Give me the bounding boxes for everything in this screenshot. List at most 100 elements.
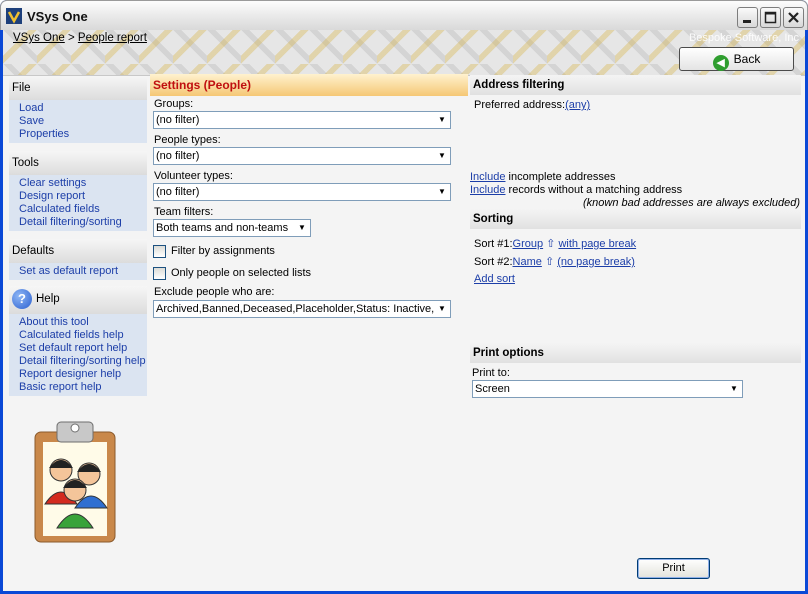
vsys-logo-icon	[6, 8, 22, 24]
filter-by-assignments-checkbox[interactable]	[153, 245, 166, 258]
add-sort-row: Add sort	[474, 273, 515, 285]
nav-set-default-link[interactable]: Set as default report	[19, 265, 147, 278]
print-button[interactable]: Print	[637, 558, 710, 579]
nav-report-designer-help-link[interactable]: Report designer help	[19, 368, 147, 381]
include-unmatched-link[interactable]: Include	[470, 184, 505, 196]
header-banner: VSys One > People report Bespoke Softwar…	[3, 30, 805, 76]
sort-2-break-link[interactable]: (no page break)	[557, 256, 635, 268]
nav-detail-filtering-help-link[interactable]: Detail filtering/sorting help	[19, 355, 147, 368]
nav-calculated-fields-link[interactable]: Calculated fields	[19, 203, 147, 216]
nav-detail-filtering-link[interactable]: Detail filtering/sorting	[19, 216, 147, 229]
nav-basic-report-help-link[interactable]: Basic report help	[19, 381, 147, 394]
nav-heading-help: Help	[36, 293, 60, 306]
nav-section-defaults: Defaults Set as default report	[9, 239, 147, 280]
exclude-select[interactable]: Archived,Banned,Deceased,Placeholder,Sta…	[153, 300, 451, 318]
maximize-icon	[764, 11, 777, 24]
minimize-button[interactable]	[737, 7, 758, 28]
print-to-select[interactable]: Screen ▼	[472, 380, 743, 398]
groups-select[interactable]: (no filter) ▼	[153, 111, 451, 129]
preferred-address-label: Preferred address:	[474, 99, 566, 111]
people-types-select[interactable]: (no filter) ▼	[153, 147, 451, 165]
people-types-label: People types:	[154, 134, 221, 146]
close-button[interactable]	[783, 7, 804, 28]
team-filters-select-value: Both teams and non-teams	[156, 222, 289, 234]
dropdown-arrow-icon: ▼	[295, 221, 309, 235]
sort-1-break-link[interactable]: with page break	[558, 238, 636, 250]
unmatched-address-row: Include records without a matching addre…	[470, 184, 682, 196]
close-icon	[788, 12, 799, 23]
maximize-button[interactable]	[760, 7, 781, 28]
bad-addresses-note: (known bad addresses are always excluded…	[583, 197, 801, 209]
sort-1-field-link[interactable]: Group	[513, 238, 544, 250]
nav-heading-tools: Tools	[9, 151, 147, 175]
breadcrumb-separator: >	[67, 32, 75, 44]
dropdown-arrow-icon: ▼	[435, 185, 449, 199]
incomplete-addresses-row: Include incomplete addresses	[470, 171, 616, 183]
dropdown-arrow-icon: ▼	[727, 382, 741, 396]
minimize-icon	[743, 20, 751, 23]
people-types-select-value: (no filter)	[156, 150, 200, 162]
volunteer-types-select-value: (no filter)	[156, 186, 200, 198]
nav-properties-link[interactable]: Properties	[19, 128, 147, 141]
incomplete-addresses-text: incomplete addresses	[505, 171, 616, 183]
add-sort-link[interactable]: Add sort	[474, 273, 515, 285]
sorting-header: Sorting	[470, 209, 801, 229]
sort-1-label: Sort #1:	[474, 238, 513, 250]
settings-header: Settings (People)	[150, 74, 468, 96]
sort-2-direction-up-arrow-icon[interactable]: ⇧	[545, 256, 554, 268]
only-selected-lists-checkbox[interactable]	[153, 267, 166, 280]
nav-clear-settings-link[interactable]: Clear settings	[19, 177, 147, 190]
help-icon: ?	[12, 289, 32, 309]
back-button[interactable]: ◀ Back	[679, 47, 794, 71]
nav-design-report-link[interactable]: Design report	[19, 190, 147, 203]
breadcrumb: VSys One > People report	[13, 32, 147, 44]
back-arrow-icon: ◀	[712, 55, 729, 71]
company-name: Bespoke Software, Inc	[688, 32, 799, 44]
preferred-address-row: Preferred address:(any)	[474, 99, 590, 111]
people-report-clipboard-icon	[34, 421, 116, 543]
exclude-label: Exclude people who are:	[154, 286, 275, 298]
nav-section-file: File Load Save Properties	[9, 76, 147, 143]
preferred-address-link[interactable]: (any)	[565, 99, 590, 111]
sort-2-label: Sort #2:	[474, 256, 513, 268]
volunteer-types-select[interactable]: (no filter) ▼	[153, 183, 451, 201]
volunteer-types-label: Volunteer types:	[154, 170, 233, 182]
print-to-select-value: Screen	[475, 383, 510, 395]
print-options-header: Print options	[470, 343, 801, 363]
print-to-label: Print to:	[472, 367, 510, 379]
nav-about-tool-link[interactable]: About this tool	[19, 316, 147, 329]
sort-2-field-link[interactable]: Name	[513, 256, 542, 268]
dropdown-arrow-icon: ▼	[435, 113, 449, 127]
groups-label: Groups:	[154, 98, 194, 110]
nav-heading-defaults: Defaults	[9, 239, 147, 263]
only-selected-lists-label[interactable]: Only people on selected lists	[171, 267, 311, 279]
sort-1-row: Sort #1:Group ⇧ with page break	[474, 237, 636, 250]
include-incomplete-link[interactable]: Include	[470, 171, 505, 183]
unmatched-address-text: records without a matching address	[505, 184, 683, 196]
address-filtering-header: Address filtering	[470, 75, 801, 95]
window-title: VSys One	[27, 9, 88, 24]
breadcrumb-current-link[interactable]: People report	[78, 32, 147, 44]
nav-save-link[interactable]: Save	[19, 115, 147, 128]
client-area: VSys One > People report Bespoke Softwar…	[3, 30, 805, 591]
team-filters-label: Team filters:	[154, 206, 214, 218]
nav-heading-file: File	[9, 76, 147, 100]
back-button-label: Back	[733, 52, 761, 66]
app-window: VSys One VSys One > People report Bespok…	[0, 0, 808, 594]
team-filters-select[interactable]: Both teams and non-teams ▼	[153, 219, 311, 237]
nav-default-report-help-link[interactable]: Set default report help	[19, 342, 147, 355]
sort-2-row: Sort #2:Name ⇧ (no page break)	[474, 255, 635, 268]
groups-select-value: (no filter)	[156, 114, 200, 126]
nav-section-help: ? Help About this tool Calculated fields …	[9, 286, 147, 396]
nav-load-link[interactable]: Load	[19, 102, 147, 115]
filter-by-assignments-label[interactable]: Filter by assignments	[171, 245, 275, 257]
dropdown-arrow-icon: ▼	[435, 302, 449, 316]
nav-calculated-fields-help-link[interactable]: Calculated fields help	[19, 329, 147, 342]
sort-1-direction-up-arrow-icon[interactable]: ⇧	[546, 238, 555, 250]
print-button-label: Print	[662, 562, 685, 574]
dropdown-arrow-icon: ▼	[435, 149, 449, 163]
exclude-select-value: Archived,Banned,Deceased,Placeholder,Sta…	[156, 303, 435, 315]
title-bar: VSys One	[0, 0, 808, 30]
breadcrumb-root-link[interactable]: VSys One	[13, 32, 65, 44]
nav-section-tools: Tools Clear settings Design report Calcu…	[9, 151, 147, 231]
